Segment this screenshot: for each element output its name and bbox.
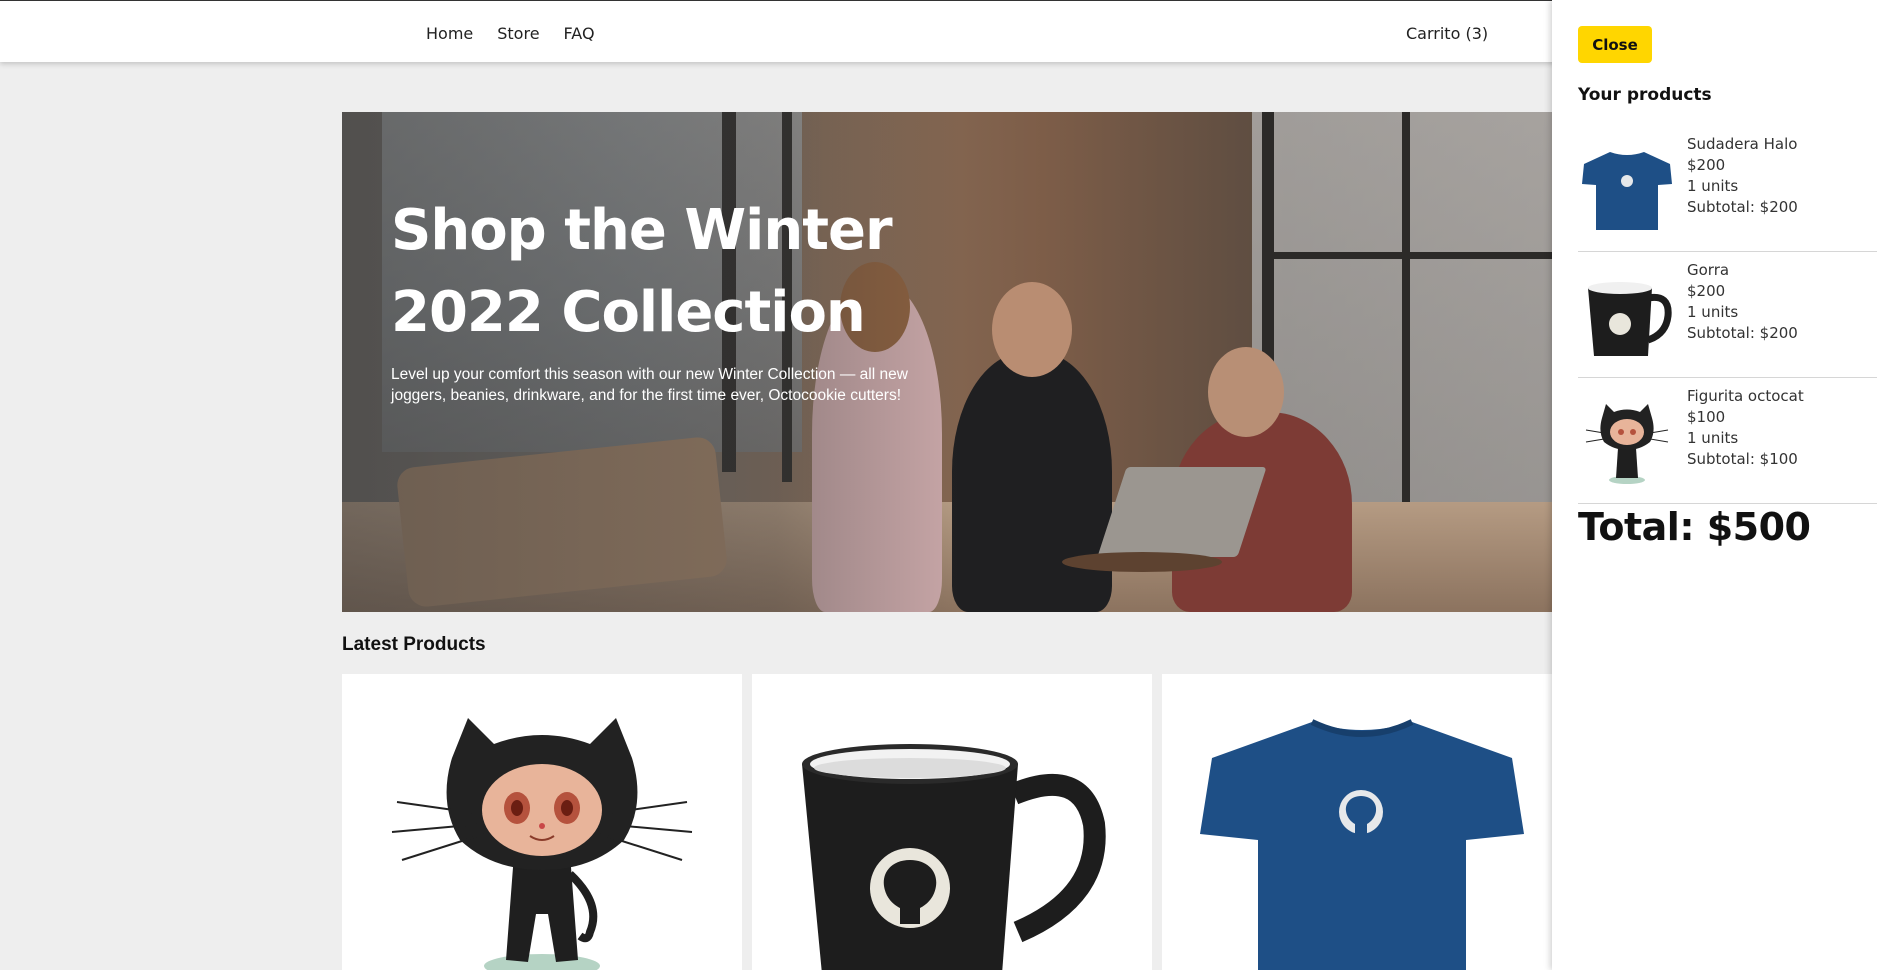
main-nav: Home Store FAQ <box>426 24 595 43</box>
octocat-figurine-icon <box>391 718 693 970</box>
cart-link[interactable]: Carrito (3) <box>1406 24 1488 43</box>
hero-overlay <box>342 112 962 612</box>
hero-description: Level up your comfort this season with o… <box>391 366 908 404</box>
hero-person-right-head <box>1208 347 1284 437</box>
nav-link-home[interactable]: Home <box>426 24 473 43</box>
tshirt-icon <box>1582 152 1672 230</box>
hero-person-center-head <box>992 282 1072 377</box>
cart-item-name: Figurita octocat <box>1687 387 1804 405</box>
product-card-mug[interactable] <box>752 674 1152 970</box>
cart-item-name: Gorra <box>1687 261 1730 279</box>
cart-item-price: $200 <box>1687 282 1726 300</box>
mug-icon <box>1588 282 1672 356</box>
cart-total: Total: $500 <box>1578 505 1811 549</box>
hero-person-center <box>952 352 1112 612</box>
hero-side-table <box>1062 552 1222 572</box>
cart-item-units: 1 units <box>1687 429 1739 447</box>
drawer-title: Your products <box>1578 85 1712 105</box>
github-mug-icon <box>802 744 1106 970</box>
product-card-octocat[interactable] <box>342 674 742 970</box>
cart-item-subtotal: Subtotal: $100 <box>1687 450 1798 468</box>
octocat-icon <box>1585 404 1669 484</box>
window-frame <box>1402 112 1410 512</box>
window-frame <box>1262 252 1552 259</box>
cart-item-info: Figurita octocat $100 1 units Subtotal: … <box>1687 386 1804 470</box>
cart-item: Figurita octocat $100 1 units Subtotal: … <box>1578 378 1877 504</box>
latest-products-title: Latest Products <box>342 634 486 655</box>
product-card-tshirt[interactable] <box>1162 674 1562 970</box>
nav-link-store[interactable]: Store <box>497 24 539 43</box>
cart-item-subtotal: Subtotal: $200 <box>1687 198 1798 216</box>
close-button[interactable]: Close <box>1578 26 1652 63</box>
cart-item-price: $200 <box>1687 156 1726 174</box>
hero-laptop <box>1097 467 1267 557</box>
github-tshirt-icon <box>1200 719 1524 970</box>
cart-item-units: 1 units <box>1687 303 1739 321</box>
cart-item-subtotal: Subtotal: $200 <box>1687 324 1798 342</box>
hero-banner: Shop the Winter 2022 Collection Level up… <box>342 112 1552 612</box>
cart-item: Gorra $200 1 units Subtotal: $200 <box>1578 252 1877 378</box>
hero-title: Shop the Winter 2022 Collection <box>391 198 893 345</box>
cart-item-units: 1 units <box>1687 177 1739 195</box>
cart-item-info: Gorra $200 1 units Subtotal: $200 <box>1687 260 1798 344</box>
cart-item: Sudadera Halo $200 1 units Subtotal: $20… <box>1578 126 1877 252</box>
cart-item-name: Sudadera Halo <box>1687 135 1798 153</box>
cart-item-info: Sudadera Halo $200 1 units Subtotal: $20… <box>1687 134 1798 218</box>
cart-drawer: Close Your products Sudadera Halo $200 1… <box>1552 0 1904 970</box>
cart-item-price: $100 <box>1687 408 1726 426</box>
nav-link-faq[interactable]: FAQ <box>564 24 595 43</box>
